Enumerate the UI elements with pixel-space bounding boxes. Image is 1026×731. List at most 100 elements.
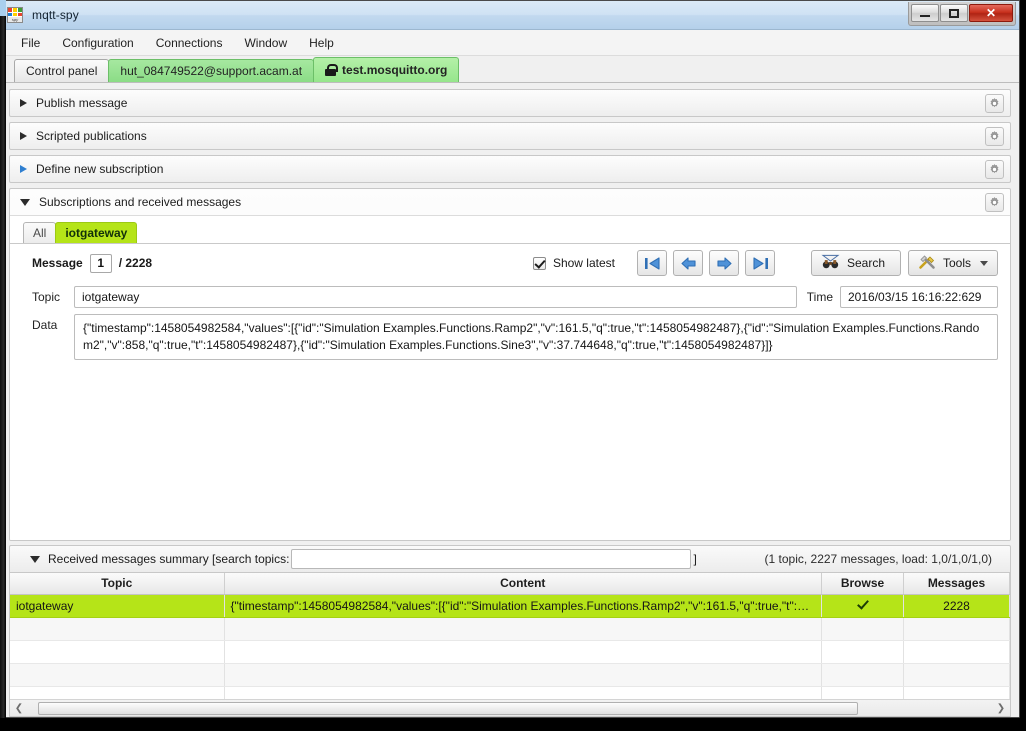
tools-icon: [918, 254, 936, 273]
minimize-icon: [920, 15, 930, 17]
pane-publish-message: Publish message: [9, 89, 1011, 117]
pane-scripted-publications-header[interactable]: Scripted publications: [10, 123, 1010, 149]
pane-define-new-subscription-header[interactable]: Define new subscription: [10, 156, 1010, 182]
maximize-icon: [949, 8, 959, 18]
maximize-button[interactable]: [940, 4, 968, 22]
subscriptions-body: All iotgateway Message 1 / 2228 Show lat…: [10, 215, 1010, 540]
summary-table-wrapper: Topic Content Browse Messages iotgateway…: [9, 573, 1011, 717]
message-label: Message: [32, 256, 83, 270]
time-label: Time: [806, 290, 833, 304]
previous-message-button[interactable]: [673, 250, 703, 276]
gear-icon-scripted-publications[interactable]: [985, 126, 1004, 146]
column-header-topic[interactable]: Topic: [10, 573, 225, 595]
first-message-button[interactable]: [637, 250, 667, 276]
show-latest-checkbox[interactable]: [532, 256, 546, 270]
data-label: Data: [32, 318, 58, 332]
last-message-button[interactable]: [745, 250, 775, 276]
chevron-right-icon: [20, 165, 27, 173]
pane-define-new-subscription: Define new subscription: [9, 155, 1011, 183]
scrollbar-thumb[interactable]: [38, 701, 858, 715]
pane-publish-message-header[interactable]: Publish message: [10, 90, 1010, 116]
table-row-empty[interactable]: [10, 663, 1010, 687]
window-frame-bottom-edge: [0, 718, 1026, 731]
summary-title: Received messages summary [search topics…: [48, 552, 290, 566]
data-textarea[interactable]: {"timestamp":1458054982584,"values":[{"i…: [74, 314, 998, 360]
table-row[interactable]: iotgateway {"timestamp":1458054982584,"v…: [10, 594, 1010, 618]
horizontal-scrollbar[interactable]: ❮ ❯: [10, 699, 1010, 716]
subscription-tab-iotgateway[interactable]: iotgateway: [55, 222, 138, 243]
chevron-down-icon: [980, 260, 988, 266]
menu-window[interactable]: Window: [234, 32, 297, 54]
topic-input[interactable]: iotgateway: [74, 286, 797, 308]
minimize-button[interactable]: [911, 4, 939, 22]
scroll-left-arrow-icon[interactable]: ❮: [12, 703, 26, 714]
subscription-tab-bar: All iotgateway: [10, 216, 1010, 244]
search-button-label: Search: [847, 256, 886, 270]
menu-connections[interactable]: Connections: [146, 32, 233, 54]
column-header-browse[interactable]: Browse: [821, 573, 904, 595]
message-total-label: / 2228: [118, 256, 153, 270]
cell-content: {"timestamp":1458054982584,"values":[{"i…: [224, 594, 822, 618]
tools-button[interactable]: Tools: [908, 250, 998, 276]
summary-header: Received messages summary [search topics…: [9, 545, 1011, 573]
topic-label: Topic: [32, 290, 61, 304]
lock-icon: [325, 64, 339, 76]
message-navigation-bar: Message 1 / 2228 Show latest Search Tool…: [10, 244, 1010, 282]
pane-subscriptions-and-received-messages: Subscriptions and received messages All …: [9, 188, 1011, 541]
search-button[interactable]: Search: [811, 250, 901, 276]
topic-row: Topic iotgateway Time 2016/03/15 16:16:2…: [32, 286, 998, 308]
menu-file[interactable]: File: [11, 32, 50, 54]
gear-icon-subscriptions[interactable]: [985, 192, 1004, 212]
column-header-messages[interactable]: Messages: [903, 573, 1010, 595]
scroll-right-arrow-icon[interactable]: ❯: [994, 703, 1008, 714]
time-input[interactable]: 2016/03/15 16:16:22:629: [840, 286, 998, 308]
data-row: Data {"timestamp":1458054982584,"values"…: [32, 314, 998, 524]
connection-tab-bar: Control panel hut_084749522@support.acam…: [1, 56, 1019, 83]
window-controls: ✕: [908, 2, 1016, 26]
pane-subscriptions-header[interactable]: Subscriptions and received messages: [10, 189, 1010, 215]
show-latest-toggle[interactable]: Show latest: [532, 256, 615, 270]
table-row-empty[interactable]: [10, 686, 1010, 699]
binoculars-icon: [821, 254, 840, 273]
chevron-down-icon[interactable]: [30, 555, 40, 563]
gear-icon-publish-message[interactable]: [985, 93, 1004, 113]
next-message-button[interactable]: [709, 250, 739, 276]
tab-control-panel[interactable]: Control panel: [14, 59, 110, 82]
search-topics-input[interactable]: [291, 549, 692, 569]
table-row-empty[interactable]: [10, 617, 1010, 641]
menu-bar: File Configuration Connections Window He…: [1, 30, 1019, 56]
scrollbar-track[interactable]: [26, 701, 994, 715]
cell-browse[interactable]: [821, 594, 904, 618]
chevron-down-icon: [20, 198, 30, 206]
message-index-field[interactable]: 1: [89, 253, 112, 273]
column-header-content[interactable]: Content: [224, 573, 822, 595]
menu-help[interactable]: Help: [299, 32, 344, 54]
chevron-right-icon: [20, 132, 27, 140]
window-frame-left-edge: [0, 0, 6, 731]
pane-scripted-publications-label: Scripted publications: [36, 129, 147, 143]
subscription-tab-all[interactable]: All: [23, 222, 57, 243]
main-content: Publish message Scripted publications De…: [1, 83, 1019, 717]
tools-button-label: Tools: [943, 256, 972, 270]
pane-publish-message-label: Publish message: [36, 96, 128, 110]
summary-table-header-row: Topic Content Browse Messages: [10, 573, 1010, 595]
gear-icon-define-new-subscription[interactable]: [985, 159, 1004, 179]
close-button[interactable]: ✕: [969, 4, 1013, 22]
message-detail-panel: Topic iotgateway Time 2016/03/15 16:16:2…: [10, 282, 1010, 540]
window-frame-left-highlight: [0, 0, 6, 16]
menu-configuration[interactable]: Configuration: [52, 32, 143, 54]
show-latest-label: Show latest: [552, 256, 615, 270]
message-nav-buttons: [637, 250, 775, 276]
chevron-right-icon: [20, 99, 27, 107]
cell-messages: 2228: [903, 594, 1010, 618]
table-row-empty[interactable]: [10, 640, 1010, 664]
tab-support-acam-at[interactable]: hut_084749522@support.acam.at: [108, 59, 315, 82]
title-bar: spy mqtt-spy ✕: [1, 1, 1019, 30]
mqtt-spy-main-window: spy mqtt-spy ✕ File Configuration Connec…: [0, 0, 1020, 718]
tab-test-mosquitto-org-label: test.mosquitto.org: [342, 63, 448, 77]
cell-topic: iotgateway: [10, 594, 225, 618]
summary-title-close-bracket: ]: [693, 552, 697, 566]
mqtt-spy-app-icon: spy: [7, 7, 23, 23]
tab-test-mosquitto-org[interactable]: test.mosquitto.org: [313, 57, 460, 82]
pane-scripted-publications: Scripted publications: [9, 122, 1011, 150]
